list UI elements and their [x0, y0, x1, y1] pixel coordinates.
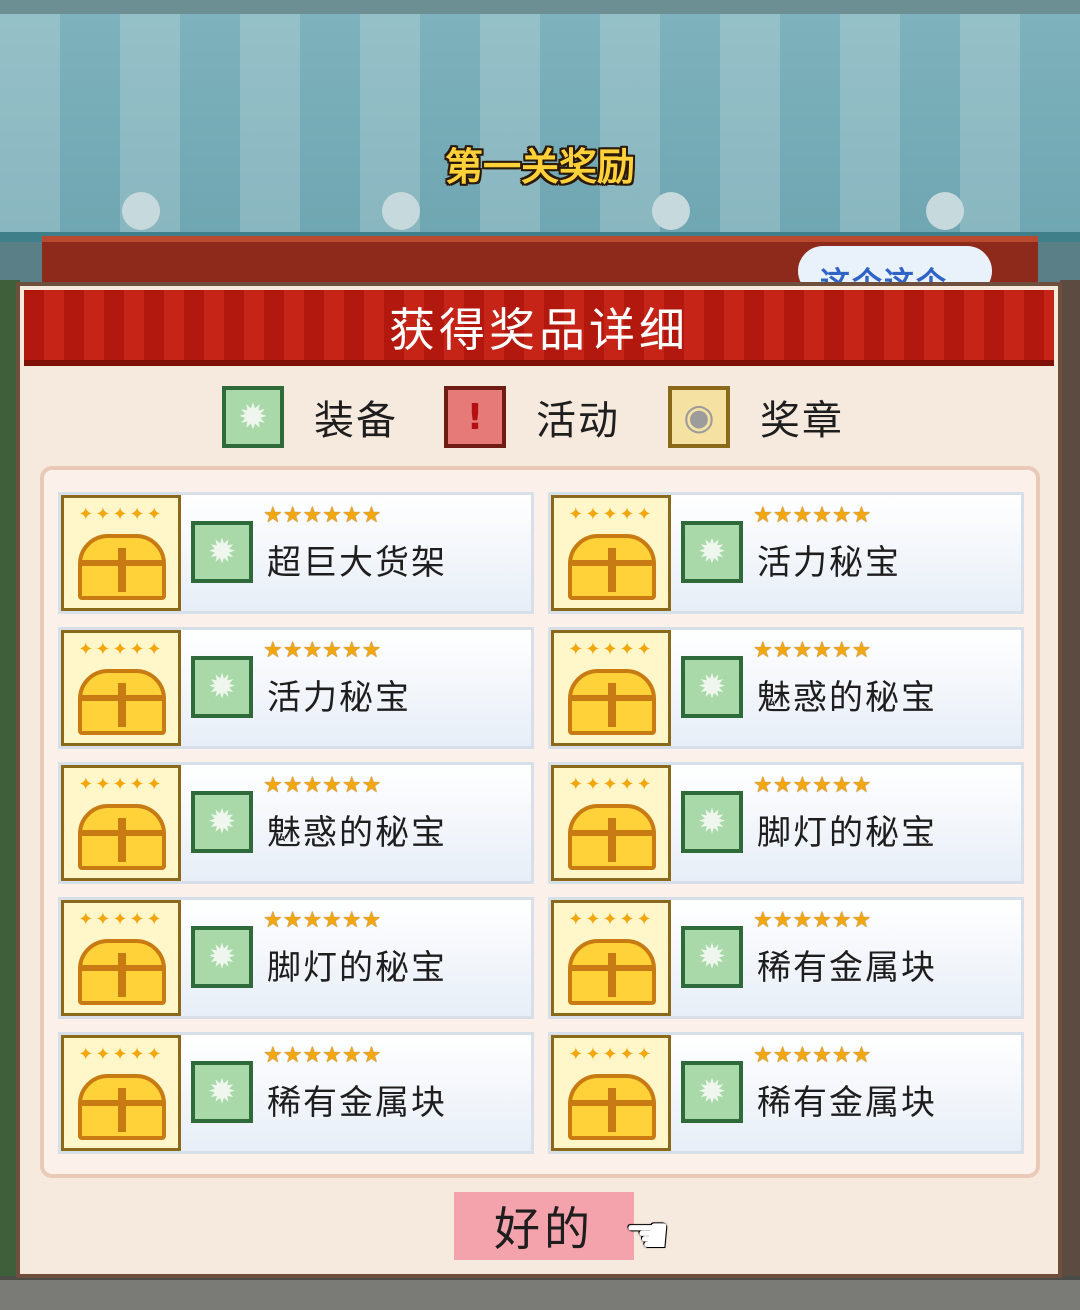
reward-name: 稀有金属块	[757, 948, 937, 988]
gear-icon: ✹	[681, 791, 743, 853]
ok-button[interactable]: 好的	[454, 1192, 634, 1260]
background-wall	[1060, 280, 1080, 1280]
exclamation-icon: !	[444, 386, 506, 448]
reward-item[interactable]: ✦✦✦✦✦ ✹ ★★★★★★ 活力秘宝	[58, 627, 534, 749]
reward-name: 脚灯的秘宝	[267, 948, 447, 988]
legend-label: 奖章	[760, 398, 844, 444]
legend-item-event: ! 活动	[444, 382, 620, 452]
reward-name: 超巨大货架	[267, 543, 447, 583]
star-rating: ★★★★★★	[753, 638, 872, 663]
awning-top-band	[0, 0, 1080, 14]
star-rating: ★★★★★★	[263, 503, 382, 528]
dialog-header: 获得奖品详细	[24, 290, 1054, 366]
awning-bubble	[926, 192, 964, 230]
gear-icon: ✹	[191, 791, 253, 853]
reward-item[interactable]: ✦✦✦✦✦ ✹ ★★★★★★ 活力秘宝	[548, 492, 1024, 614]
treasure-chest-icon: ✦✦✦✦✦	[61, 900, 181, 1016]
treasure-chest-icon: ✦✦✦✦✦	[551, 630, 671, 746]
dialog-title: 获得奖品详细	[389, 303, 689, 357]
gear-icon: ✹	[191, 926, 253, 988]
reward-name: 活力秘宝	[267, 678, 411, 718]
gear-icon: ✹	[191, 521, 253, 583]
star-rating: ★★★★★★	[753, 1043, 872, 1068]
reward-item[interactable]: ✦✦✦✦✦ ✹ ★★★★★★ 稀有金属块	[548, 897, 1024, 1019]
treasure-chest-icon: ✦✦✦✦✦	[61, 495, 181, 611]
reward-item[interactable]: ✦✦✦✦✦ ✹ ★★★★★★ 脚灯的秘宝	[548, 762, 1024, 884]
treasure-chest-icon: ✦✦✦✦✦	[551, 900, 671, 1016]
medal-icon: ◉	[668, 386, 730, 448]
reward-item[interactable]: ✦✦✦✦✦ ✹ ★★★★★★ 魅惑的秘宝	[58, 762, 534, 884]
treasure-chest-icon: ✦✦✦✦✦	[61, 1035, 181, 1151]
reward-type-legend: ✹ 装备 ! 活动 ◉ 奖章	[20, 382, 1058, 452]
star-rating: ★★★★★★	[753, 773, 872, 798]
pointing-hand-icon: ☚	[624, 1206, 671, 1266]
star-rating: ★★★★★★	[263, 773, 382, 798]
treasure-chest-icon: ✦✦✦✦✦	[61, 630, 181, 746]
reward-item[interactable]: ✦✦✦✦✦ ✹ ★★★★★★ 稀有金属块	[548, 1032, 1024, 1154]
gear-icon: ✹	[681, 1061, 743, 1123]
reward-name: 脚灯的秘宝	[757, 813, 937, 853]
awning-bubble	[382, 192, 420, 230]
legend-label: 装备	[314, 398, 398, 444]
reward-item[interactable]: ✦✦✦✦✦ ✹ ★★★★★★ 脚灯的秘宝	[58, 897, 534, 1019]
treasure-chest-icon: ✦✦✦✦✦	[551, 765, 671, 881]
reward-name: 活力秘宝	[757, 543, 901, 583]
reward-list: ✦✦✦✦✦ ✹ ★★★★★★ 超巨大货架 ✦✦✦✦✦ ✹ ★★★★★★ 活力秘宝…	[40, 466, 1040, 1178]
gear-icon: ✹	[681, 656, 743, 718]
awning-bubble	[122, 192, 160, 230]
legend-item-equipment: ✹ 装备	[222, 382, 398, 452]
gear-icon: ✹	[191, 656, 253, 718]
treasure-chest-icon: ✦✦✦✦✦	[61, 765, 181, 881]
reward-name: 魅惑的秘宝	[757, 678, 937, 718]
background-ground	[0, 1276, 1080, 1310]
awning-bubble	[652, 192, 690, 230]
reward-item[interactable]: ✦✦✦✦✦ ✹ ★★★★★★ 稀有金属块	[58, 1032, 534, 1154]
legend-item-medal: ◉ 奖章	[668, 382, 844, 452]
gear-icon: ✹	[681, 521, 743, 583]
gear-icon: ✹	[222, 386, 284, 448]
reward-item[interactable]: ✦✦✦✦✦ ✹ ★★★★★★ 魅惑的秘宝	[548, 627, 1024, 749]
level-reward-title: 第一关奖励	[444, 145, 635, 189]
legend-label: 活动	[536, 398, 620, 444]
reward-name: 魅惑的秘宝	[267, 813, 447, 853]
reward-name: 稀有金属块	[757, 1083, 937, 1123]
star-rating: ★★★★★★	[263, 1043, 382, 1068]
reward-item[interactable]: ✦✦✦✦✦ ✹ ★★★★★★ 超巨大货架	[58, 492, 534, 614]
star-rating: ★★★★★★	[263, 908, 382, 933]
treasure-chest-icon: ✦✦✦✦✦	[551, 495, 671, 611]
gear-icon: ✹	[681, 926, 743, 988]
reward-name: 稀有金属块	[267, 1083, 447, 1123]
star-rating: ★★★★★★	[263, 638, 382, 663]
reward-details-dialog: 获得奖品详细 ✹ 装备 ! 活动 ◉ 奖章 ✦✦✦✦✦ ✹ ★★★★★★ 超巨大…	[16, 282, 1062, 1278]
treasure-chest-icon: ✦✦✦✦✦	[551, 1035, 671, 1151]
star-rating: ★★★★★★	[753, 908, 872, 933]
star-rating: ★★★★★★	[753, 503, 872, 528]
awning-background	[0, 0, 1080, 240]
gear-icon: ✹	[191, 1061, 253, 1123]
